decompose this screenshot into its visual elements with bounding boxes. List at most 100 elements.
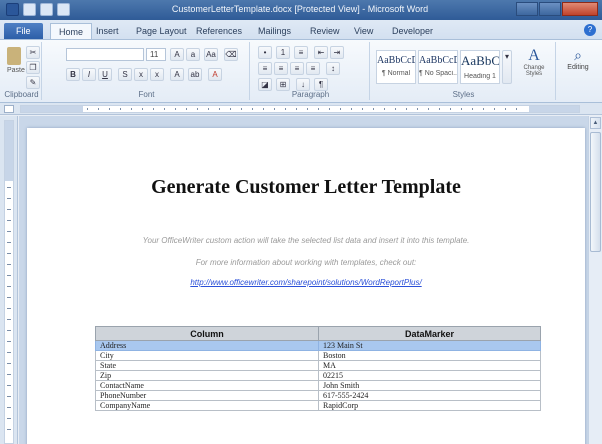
table-row[interactable]: ContactName John Smith [95, 380, 541, 391]
scroll-up-icon[interactable]: ▲ [590, 117, 601, 129]
line-spacing-icon[interactable]: ↕ [326, 62, 340, 75]
redo-icon[interactable] [57, 3, 70, 16]
tab-references[interactable]: References [188, 23, 250, 39]
copy-icon[interactable]: ❐ [26, 61, 40, 74]
change-styles-button[interactable]: A Change Styles [516, 46, 552, 86]
table-cell-marker: Boston [318, 350, 541, 361]
paste-icon [7, 47, 21, 65]
underline-icon[interactable]: U [98, 68, 112, 81]
shrink-font-icon[interactable]: a [186, 48, 200, 61]
change-case-icon[interactable]: Aa [204, 48, 218, 61]
bullets-icon[interactable]: • [258, 46, 272, 59]
document-link[interactable]: http://www.officewriter.com/sharepoint/s… [27, 278, 585, 287]
style-normal-sample: AaBbCcDc [377, 55, 415, 66]
undo-icon[interactable] [40, 3, 53, 16]
tab-insert[interactable]: Insert [88, 23, 127, 39]
tab-view[interactable]: View [346, 23, 381, 39]
style-no-spacing[interactable]: AaBbCcDc ¶ No Spaci... [418, 50, 458, 84]
table-cell-marker: MA [318, 360, 541, 371]
format-painter-icon[interactable]: ✎ [26, 76, 40, 89]
change-styles-label: Change Styles [523, 65, 545, 77]
numbering-icon[interactable]: 1 [276, 46, 290, 59]
table-cell-marker: 123 Main St [318, 340, 541, 351]
window-controls [515, 2, 598, 16]
paragraph-group-label: Paragraph [291, 90, 330, 99]
document-more-info: For more information about working with … [195, 258, 417, 267]
editing-label: Editing [567, 64, 589, 71]
table-row[interactable]: City Boston [95, 350, 541, 361]
table-cell-column: City [95, 350, 319, 361]
highlight-icon[interactable]: ab [188, 68, 202, 81]
subscript-icon[interactable]: x [134, 68, 148, 81]
vertical-scrollbar[interactable]: ▲ [588, 116, 602, 444]
save-icon[interactable] [23, 3, 36, 16]
find-binoculars-icon: ⌕ [574, 47, 582, 63]
grow-font-icon[interactable]: A [170, 48, 184, 61]
table-cell-marker: 617-555-2424 [318, 390, 541, 401]
document-page[interactable]: Generate Customer Letter Template Your O… [27, 128, 585, 444]
cut-icon[interactable]: ✂ [26, 46, 40, 59]
italic-icon[interactable]: I [82, 68, 96, 81]
text-effects-icon[interactable]: A [170, 68, 184, 81]
superscript-icon[interactable]: x [150, 68, 164, 81]
style-heading-1-sample: AaBbC [461, 53, 499, 68]
table-row[interactable]: Zip 02215 [95, 370, 541, 381]
font-group-label: Font [138, 90, 155, 99]
ruler-ticks [87, 108, 527, 110]
font-color-icon[interactable]: A [208, 68, 222, 81]
table-cell-column: State [95, 360, 319, 371]
style-normal[interactable]: AaBbCcDc ¶ Normal [376, 50, 416, 84]
table-row[interactable]: Address 123 Main St [95, 340, 541, 351]
font-size-combo[interactable]: 11 [146, 48, 166, 61]
quick-access-toolbar [6, 3, 70, 16]
align-center-icon[interactable]: ≡ [274, 62, 288, 75]
tab-developer[interactable]: Developer [384, 23, 441, 39]
document-workspace: Generate Customer Letter Template Your O… [19, 116, 588, 444]
strikethrough-icon[interactable]: S [118, 68, 132, 81]
style-heading-1-name: Heading 1 [464, 73, 496, 80]
minimize-button[interactable] [516, 2, 538, 16]
decrease-indent-icon[interactable]: ⇤ [314, 46, 328, 59]
vertical-ruler[interactable] [0, 116, 18, 444]
align-right-icon[interactable]: ≡ [290, 62, 304, 75]
vertical-ruler-track [4, 120, 14, 444]
word-app-icon[interactable] [6, 3, 19, 16]
table-header-row: Column DataMarker [95, 326, 541, 341]
horizontal-ruler[interactable] [0, 103, 602, 115]
clipboard-group-label: Clipboard [4, 90, 39, 99]
document-title: Generate Customer Letter Template [151, 176, 461, 198]
font-group: 11 A a Aa ⌫ B I U S x x A ab A Font [44, 42, 250, 100]
clear-format-icon[interactable]: ⌫ [224, 48, 238, 61]
paste-button[interactable]: Paste [6, 46, 25, 80]
table-cell-column: Address [95, 340, 319, 351]
table-row[interactable]: CompanyName RapidCorp [95, 400, 541, 411]
close-button[interactable] [562, 2, 598, 16]
paragraph-group: • 1 ≡ ⇤ ⇥ ≡ ≡ ≡ ≡ ↕ ◪ ⊞ ↓ ¶ Paragraph [252, 42, 370, 100]
multilevel-list-icon[interactable]: ≡ [294, 46, 308, 59]
styles-more-icon[interactable]: ▾ [502, 50, 512, 84]
style-normal-name: ¶ Normal [381, 70, 411, 77]
styles-group-label: Styles [452, 90, 475, 99]
bold-icon[interactable]: B [66, 68, 80, 81]
table-row[interactable]: PhoneNumber 617-555-2424 [95, 390, 541, 401]
style-heading-1[interactable]: AaBbC Heading 1 [460, 50, 500, 84]
font-name-combo[interactable] [66, 48, 144, 61]
tab-mailings[interactable]: Mailings [250, 23, 299, 39]
tab-selector-icon[interactable] [4, 105, 14, 113]
table-cell-marker: 02215 [318, 370, 541, 381]
maximize-button[interactable] [539, 2, 561, 16]
tab-page-layout[interactable]: Page Layout [128, 23, 195, 39]
editing-button[interactable]: ⌕ Editing [562, 46, 594, 86]
table-cell-column: Zip [95, 370, 319, 381]
help-icon[interactable]: ? [584, 24, 596, 36]
tab-home[interactable]: Home [50, 23, 93, 39]
tab-review[interactable]: Review [302, 23, 348, 39]
ribbon: Paste ✂ ❐ ✎ Clipboard 11 A a Aa ⌫ B I U … [0, 40, 602, 103]
align-left-icon[interactable]: ≡ [258, 62, 272, 75]
increase-indent-icon[interactable]: ⇥ [330, 46, 344, 59]
table-row[interactable]: State MA [95, 360, 541, 371]
tab-file[interactable]: File [4, 23, 43, 39]
justify-icon[interactable]: ≡ [306, 62, 320, 75]
scrollbar-thumb[interactable] [590, 132, 601, 252]
style-no-spacing-name: ¶ No Spaci... [419, 70, 457, 77]
